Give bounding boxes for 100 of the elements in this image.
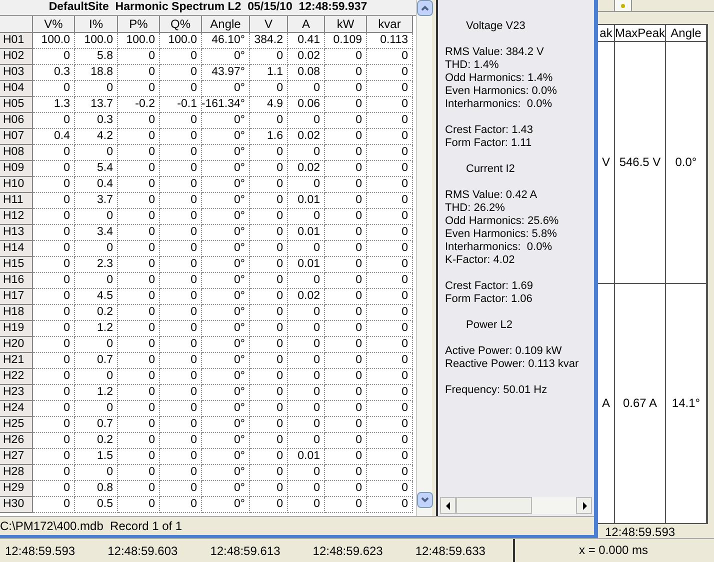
table-cell: 0	[118, 369, 160, 385]
table-cell: 0	[367, 49, 413, 65]
column-header: MaxPeak	[615, 24, 666, 41]
table-cell-text: 546.5 V	[619, 154, 661, 172]
summary-line: Odd Harmonics: 1.4%	[445, 72, 553, 85]
summary-line: Reactive Power: 0.113 kvar	[445, 358, 579, 371]
table-cell: 0	[75, 209, 118, 225]
table-cell: 0	[33, 305, 75, 321]
table-cell: 0°	[202, 417, 250, 433]
table-cell: 0	[33, 321, 75, 337]
table-cell: 0	[160, 481, 202, 497]
table-cell: -161.34°	[202, 97, 250, 113]
table-cell: 0.2	[75, 433, 118, 449]
table-cell: 0.7	[75, 417, 118, 433]
table-cell: 0	[367, 337, 413, 353]
table-cell: 0	[325, 481, 367, 497]
scroll-thumb[interactable]	[456, 497, 532, 514]
row-header: H12	[0, 209, 33, 225]
table-cell: 0	[160, 193, 202, 209]
table-cell: 0	[160, 401, 202, 417]
table-cell: 0	[160, 113, 202, 129]
table-cell: 0	[33, 257, 75, 273]
table-cell-text: 14.1°	[672, 395, 700, 412]
table-cell: 1.6	[250, 129, 288, 145]
table-cell: 0°	[202, 449, 250, 465]
table-cell: 0	[325, 129, 367, 145]
table-cell: 1.2	[75, 385, 118, 401]
table-cell: 0	[250, 433, 288, 449]
table-cell: 0	[160, 209, 202, 225]
table-cell: 0	[160, 145, 202, 161]
row-header: H09	[0, 161, 33, 177]
table-cell: 0	[325, 417, 367, 433]
axis-label: 12:48:59.593	[5, 544, 76, 558]
table-cell: 0	[250, 465, 288, 481]
column-header: A	[288, 16, 325, 33]
table-cell: 0	[367, 97, 413, 113]
horizontal-scrollbar[interactable]	[440, 497, 592, 514]
table-cell: 0	[118, 177, 160, 193]
table-cell: 0	[33, 353, 75, 369]
table-cell: 0.01	[288, 193, 325, 209]
table-cell: 0	[160, 449, 202, 465]
table-cell: 0	[250, 145, 288, 161]
table-cell: 0	[118, 129, 160, 145]
table-cell: 0°	[202, 385, 250, 401]
table-cell: 0	[160, 337, 202, 353]
table-cell-text: V	[602, 154, 610, 172]
table-cell: 0	[367, 65, 413, 81]
table-cell: 0°	[202, 145, 250, 161]
table-cell-text: A	[602, 395, 610, 412]
table-cell: 3.7	[75, 193, 118, 209]
table-cell: 0	[118, 337, 160, 353]
table-cell: 0	[160, 497, 202, 513]
table-cell: 0	[33, 209, 75, 225]
table-cell: 0	[118, 353, 160, 369]
table-cell: 0°	[202, 353, 250, 369]
table-cell: 100.0	[118, 33, 160, 49]
summary-line: Form Factor: 1.06	[445, 293, 532, 306]
table-cell: 0°	[202, 49, 250, 65]
table-cell: 0	[325, 433, 367, 449]
column-header: Angle	[202, 16, 250, 33]
table-cell: 0	[33, 465, 75, 481]
table-cell: 0	[33, 401, 75, 417]
table-cell: 0.5	[75, 497, 118, 513]
table-cell: 0	[367, 289, 413, 305]
table-cell: 43.97°	[202, 65, 250, 81]
table-cell: 0	[160, 385, 202, 401]
table-cell: 0	[288, 273, 325, 289]
table-cell-text: 0.0°	[675, 154, 697, 172]
table-cell: 0	[160, 49, 202, 65]
table-cell: 0.02	[288, 289, 325, 305]
tab[interactable]	[614, 0, 632, 12]
table-cell: 0	[118, 209, 160, 225]
scroll-up-icon[interactable]	[417, 0, 433, 16]
table-cell: 0	[250, 321, 288, 337]
table-cell: 0	[75, 369, 118, 385]
table-cell: 0	[250, 337, 288, 353]
table-cell: 0	[33, 369, 75, 385]
table-cell: 4.5	[75, 289, 118, 305]
scroll-right-icon[interactable]	[576, 497, 592, 514]
column-header: ak	[598, 24, 615, 41]
table-cell: 4.2	[75, 129, 118, 145]
vertical-scrollbar[interactable]	[416, 0, 432, 516]
table-cell: 0	[250, 385, 288, 401]
table-cell: 0	[250, 481, 288, 497]
table-cell: 100.0	[160, 33, 202, 49]
table-cell: 0.113	[367, 33, 413, 49]
scroll-left-icon[interactable]	[440, 497, 456, 514]
row-header: H05	[0, 97, 33, 113]
summary-line: Even Harmonics: 0.0%	[445, 85, 557, 98]
table-cell: 100.0	[75, 33, 118, 49]
table-cell: 0	[118, 81, 160, 97]
table-cell: 0	[118, 433, 160, 449]
scroll-down-icon[interactable]	[417, 492, 433, 508]
row-header: H02	[0, 49, 33, 65]
table-cell: 0	[75, 465, 118, 481]
table-cell: 0°	[202, 497, 250, 513]
table-cell: 0	[118, 497, 160, 513]
table-cell: 0	[250, 193, 288, 209]
table-cell: 0	[118, 113, 160, 129]
table-cell-text: 0.67 A	[622, 395, 658, 412]
